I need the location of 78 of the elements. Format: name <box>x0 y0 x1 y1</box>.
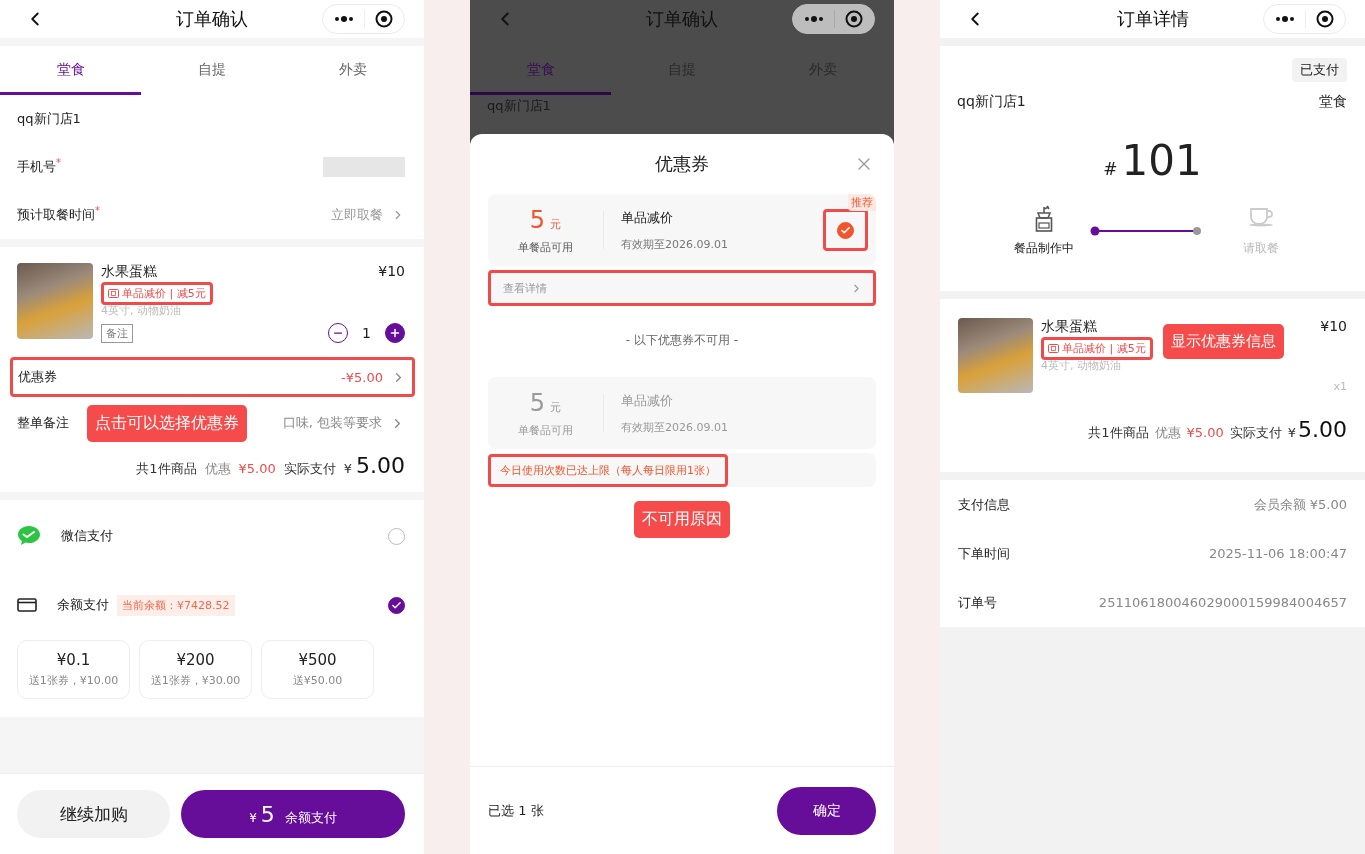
info-label: 下单时间 <box>958 544 1010 563</box>
section-heading: - 以下优惠券不可用 - <box>624 332 740 349</box>
recharge-option[interactable]: ¥0.1 送1张券，¥10.00 <box>17 640 130 699</box>
recharge-amount: ¥0.1 <box>56 651 91 669</box>
coupon-amount: 5 元 <box>529 205 562 234</box>
item-name: 水果蛋糕 <box>1041 318 1097 336</box>
selected-count: 已选 1 张 <box>488 801 544 820</box>
tab[interactable]: 堂食 <box>0 46 142 95</box>
recharge-bonus: 送¥50.00 <box>292 673 343 688</box>
currency-symbol: ¥ <box>343 461 352 476</box>
coupon-scope: 单餐品可用 <box>518 239 573 255</box>
sheet-title: 优惠券 <box>655 152 709 176</box>
info-label: 支付信息 <box>958 495 1010 514</box>
payment-method: 微信支付 <box>61 527 113 545</box>
info-label: 订单号 <box>958 593 997 612</box>
item-price: ¥10 <box>1320 318 1347 334</box>
quantity: 1 <box>362 325 371 341</box>
note-button[interactable]: 备注 <box>101 324 133 343</box>
remark-field[interactable]: 口味, 包装等要求 <box>282 414 405 432</box>
coupon-scope: 单餐品可用 <box>518 422 573 438</box>
item-spec: 4英寸, 动物奶油 <box>1041 358 1121 373</box>
remark-label: 整单备注 <box>17 414 69 432</box>
info-value: 会员余额 ¥5.00 <box>1253 495 1347 514</box>
coupon-amount: 5 元 <box>529 388 562 417</box>
discount-tag: 单品减价 | 减5元 <box>1041 337 1153 360</box>
paid-amount: 5.00 <box>356 453 405 478</box>
coupon-row[interactable]: 优惠券 -¥5.00 <box>10 357 415 397</box>
item-quantity: x1 <box>1333 380 1347 393</box>
currency-symbol: ¥ <box>1287 425 1296 440</box>
recharge-amount: ¥200 <box>176 651 215 669</box>
page-title: 订单确认 <box>646 7 718 31</box>
confirm-button[interactable]: 确定 <box>777 786 876 835</box>
store-name: qq新门店1 <box>957 93 1026 111</box>
recommend-badge: 推荐 <box>848 194 876 211</box>
discount-label: 优惠 <box>204 460 231 478</box>
coupon-validity: 有效期至2026.09.01 <box>621 419 729 435</box>
item-count: 共1件商品 <box>1088 424 1149 442</box>
discount-amount: ¥5.00 <box>1186 425 1224 440</box>
paid-amount: 5.00 <box>1298 417 1347 442</box>
step-label: 餐品制作中 <box>1013 240 1075 257</box>
payment-method: 余额支付 <box>57 596 109 614</box>
coupon-validity: 有效期至2026.09.01 <box>621 236 729 252</box>
page-title: 订单确认 <box>176 7 248 31</box>
step-label: 请取餐 <box>1242 240 1280 257</box>
item-name: 水果蛋糕 <box>101 263 157 281</box>
coupon-name: 单品减价 <box>621 391 674 410</box>
item-spec: 4英寸, 动物奶油 <box>101 303 181 318</box>
continue-shopping-button[interactable]: 继续加购 <box>17 790 170 838</box>
discount-tag: 单品减价 | 减5元 <box>101 282 213 305</box>
recharge-bonus: 送1张券，¥10.00 <box>28 673 119 688</box>
recharge-bonus: 送1张券，¥30.00 <box>150 673 241 688</box>
paid-label: 实际支付 <box>1229 424 1282 442</box>
page-title: 订单详情 <box>1116 7 1189 31</box>
callout-label: 点击可以选择优惠券 <box>87 404 247 442</box>
balance-badge: 当前余额：¥7428.52 <box>117 594 235 616</box>
recharge-option[interactable]: ¥200 送1张券，¥30.00 <box>139 640 252 699</box>
coupon-name: 单品减价 <box>621 208 674 227</box>
store-name: qq新门店1 <box>17 110 81 128</box>
item-count: 共1件商品 <box>136 460 197 478</box>
pay-button[interactable]: ¥ 5 余额支付 <box>181 790 405 838</box>
order-type: 堂食 <box>1319 93 1347 111</box>
info-value: 2025-11-06 18:00:47 <box>1208 546 1347 561</box>
item-price: ¥10 <box>378 263 405 279</box>
discount-label: 优惠 <box>1154 424 1181 442</box>
callout-label: 显示优惠券信息 <box>1163 324 1284 359</box>
recharge-option[interactable]: ¥500 送¥50.00 <box>261 640 374 699</box>
callout-label: 不可用原因 <box>634 501 730 538</box>
discount-amount: ¥5.00 <box>238 461 276 476</box>
tab[interactable]: 自提 <box>141 46 283 95</box>
status-badge: 已支付 <box>1292 58 1347 82</box>
pickup-number: #101 <box>1102 135 1203 187</box>
field-label: 手机号$^{*}$ <box>17 157 61 177</box>
tab[interactable]: 外卖 <box>282 46 424 95</box>
paid-label: 实际支付 <box>283 460 336 478</box>
info-value: 251106180046029000159984004657 <box>1098 595 1347 610</box>
recharge-amount: ¥500 <box>298 651 337 669</box>
field-label: 预计取餐时间$^{*}$ <box>17 205 100 225</box>
unavailable-reason: 今日使用次数已达上限（每人每日限用1张） <box>488 453 728 487</box>
